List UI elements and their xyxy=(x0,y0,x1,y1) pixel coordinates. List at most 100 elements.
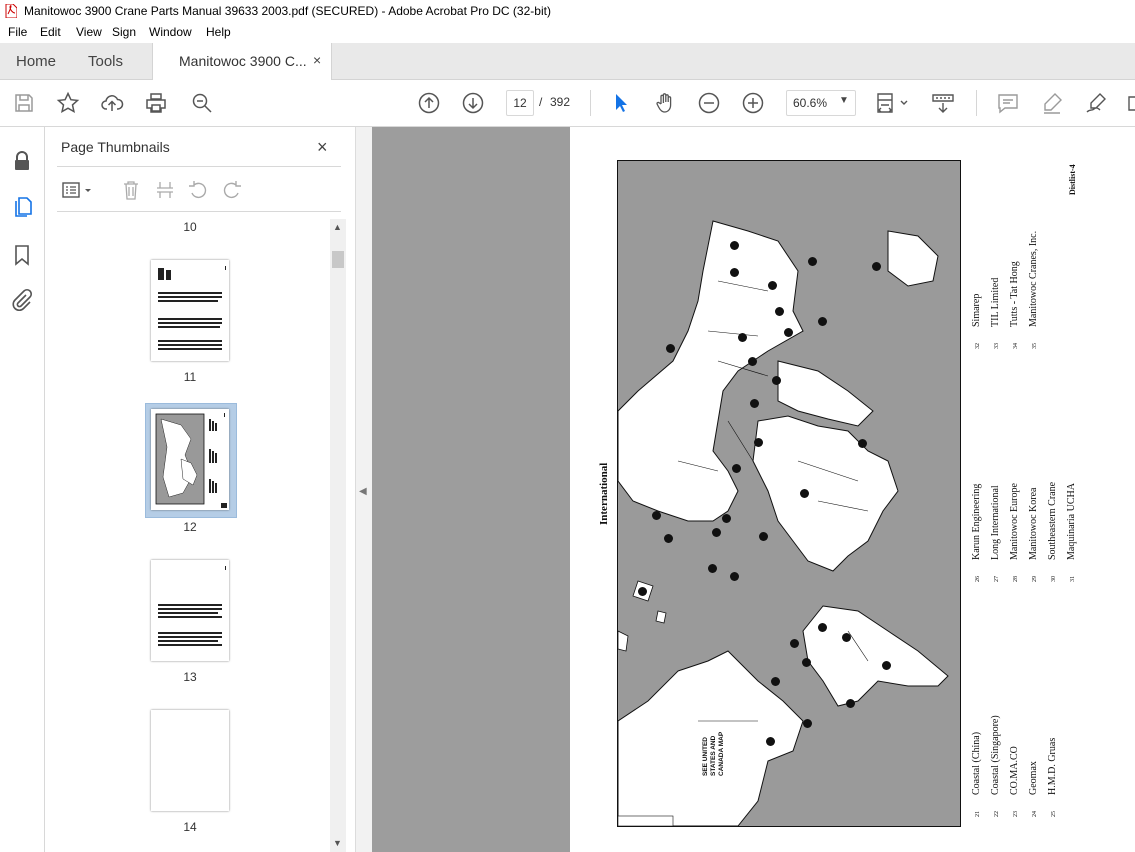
search-icon[interactable] xyxy=(190,91,214,115)
zoom-out-icon[interactable] xyxy=(697,91,721,115)
legend-number: 24 xyxy=(1032,811,1038,817)
map-marker xyxy=(802,658,811,667)
thumbnail-options-icon[interactable] xyxy=(61,179,95,201)
map-marker xyxy=(730,572,739,581)
thumbnail-page-13[interactable] xyxy=(151,560,229,661)
menu-help[interactable]: Help xyxy=(206,25,231,39)
lock-icon[interactable] xyxy=(10,149,34,173)
scroll-mode-icon[interactable] xyxy=(931,91,955,115)
print-icon[interactable] xyxy=(144,91,168,115)
save-icon[interactable] xyxy=(12,91,36,115)
toolbar-divider xyxy=(976,90,977,116)
thumbnail-page-number: 10 xyxy=(183,220,197,234)
tab-home[interactable]: Home xyxy=(16,53,56,70)
map-marker xyxy=(732,464,741,473)
star-icon[interactable] xyxy=(56,91,80,115)
map-marker xyxy=(768,281,777,290)
tab-document[interactable]: Manitowoc 3900 C... × xyxy=(152,43,332,80)
map-callout-line: SEE UNITED xyxy=(702,736,709,776)
thumbnail-page-number: 12 xyxy=(183,520,197,534)
hand-icon[interactable] xyxy=(653,91,677,115)
pdf-page: Distlist-4 International SEE UNITED STAT… xyxy=(570,127,1135,852)
collapse-panel-icon[interactable]: ◀ xyxy=(359,486,367,497)
comment-icon[interactable] xyxy=(996,91,1020,115)
thumbnail-page-number: 14 xyxy=(183,820,197,834)
legend-number: 22 xyxy=(994,811,1000,817)
tab-document-label: Manitowoc 3900 C... xyxy=(179,53,307,69)
rotate-right-icon[interactable] xyxy=(221,179,243,201)
page-number-input[interactable]: 12 xyxy=(506,90,534,116)
map-marker xyxy=(784,328,793,337)
page-thumbnails-icon[interactable] xyxy=(10,195,34,219)
thumbnail-page-12[interactable] xyxy=(151,409,229,510)
legend-number: 30 xyxy=(1051,576,1057,582)
legend-entry: 21 Coastal (China) xyxy=(968,715,987,817)
legend-name: Coastal (Singapore) xyxy=(990,715,1001,795)
highlight-icon[interactable] xyxy=(1040,91,1064,115)
menu-sign[interactable]: Sign xyxy=(112,25,136,39)
map-title: International xyxy=(598,462,610,525)
page-down-icon[interactable] xyxy=(461,91,485,115)
map-marker xyxy=(800,489,809,498)
legend-name: TIL Limited xyxy=(990,277,1001,327)
zoom-in-icon[interactable] xyxy=(741,91,765,115)
scrollbar-thumb[interactable] xyxy=(332,251,344,268)
close-panel-icon[interactable]: × xyxy=(317,137,328,158)
thumbnail-page-number: 11 xyxy=(183,370,197,384)
more-tools-icon[interactable] xyxy=(1126,91,1135,115)
tab-tools[interactable]: Tools xyxy=(88,53,123,70)
legend-number: 27 xyxy=(994,576,1000,582)
menu-view[interactable]: View xyxy=(76,25,102,39)
zoom-level-select[interactable]: 60.6% ▼ xyxy=(786,90,856,116)
thumbnail-scrollbar[interactable]: ▲ ▼ xyxy=(330,219,346,852)
menu-file[interactable]: File xyxy=(8,25,27,39)
panel-title: Page Thumbnails xyxy=(61,139,170,155)
legend-number: 35 xyxy=(1032,343,1038,349)
rotate-left-icon[interactable] xyxy=(187,179,209,201)
legend-entry: 32 Simarep xyxy=(968,231,987,349)
thumbnail-page-14[interactable] xyxy=(151,710,229,811)
page-thumbnails-panel: Page Thumbnails × 10 11 12 13 14 ▲ ▼ xyxy=(45,127,355,852)
fit-page-icon[interactable] xyxy=(875,91,911,115)
legend-entry: 34 Tutts - Tat Hong xyxy=(1006,231,1025,349)
legend-entry: 27 Long International xyxy=(987,482,1006,582)
map-callout-line: CANADA MAP xyxy=(718,731,725,776)
panel-splitter[interactable]: ◀ xyxy=(355,127,372,852)
upload-icon[interactable] xyxy=(100,91,124,115)
map-marker xyxy=(666,344,675,353)
sign-icon[interactable] xyxy=(1084,91,1108,115)
map-marker xyxy=(730,268,739,277)
delete-page-icon[interactable] xyxy=(120,179,142,201)
select-cursor-icon[interactable] xyxy=(609,91,633,115)
bookmark-icon[interactable] xyxy=(10,243,34,267)
scroll-down-icon[interactable]: ▼ xyxy=(333,838,342,848)
menu-window[interactable]: Window xyxy=(149,25,192,39)
thumbnail-page-11[interactable] xyxy=(151,260,229,361)
page-up-icon[interactable] xyxy=(417,91,441,115)
map-marker xyxy=(748,357,757,366)
legend-number: 29 xyxy=(1032,576,1038,582)
legend-name: Manitowoc Korea xyxy=(1028,487,1039,560)
map-marker xyxy=(818,317,827,326)
legend-number: 34 xyxy=(1013,343,1019,349)
legend-name: H.M.D. Gruas xyxy=(1047,737,1058,795)
tab-bar: Home Tools Manitowoc 3900 C... × xyxy=(0,43,1135,80)
legend-name: Manitowoc Cranes, Inc. xyxy=(1028,230,1039,327)
divider xyxy=(57,211,341,212)
legend-name: Tutts - Tat Hong xyxy=(1009,261,1020,327)
close-tab-icon[interactable]: × xyxy=(313,52,321,68)
attachment-icon[interactable] xyxy=(10,288,34,312)
scroll-up-icon[interactable]: ▲ xyxy=(333,222,342,232)
menu-edit[interactable]: Edit xyxy=(40,25,61,39)
legend-number: 33 xyxy=(994,343,1000,349)
map-marker xyxy=(771,677,780,686)
map-marker xyxy=(818,623,827,632)
world-map-graphic xyxy=(618,220,949,826)
toolbar-divider xyxy=(590,90,591,116)
extract-pages-icon[interactable] xyxy=(154,179,176,201)
legend-column-1: 21Coastal (China) 22Coastal (Singapore) … xyxy=(968,715,1063,817)
legend-name: Karun Engineering xyxy=(971,483,982,560)
legend-entry: 23 CO.MA.CO xyxy=(1006,715,1025,817)
menu-bar: File Edit View Sign Window Help xyxy=(0,22,1135,43)
map-marker xyxy=(858,439,867,448)
